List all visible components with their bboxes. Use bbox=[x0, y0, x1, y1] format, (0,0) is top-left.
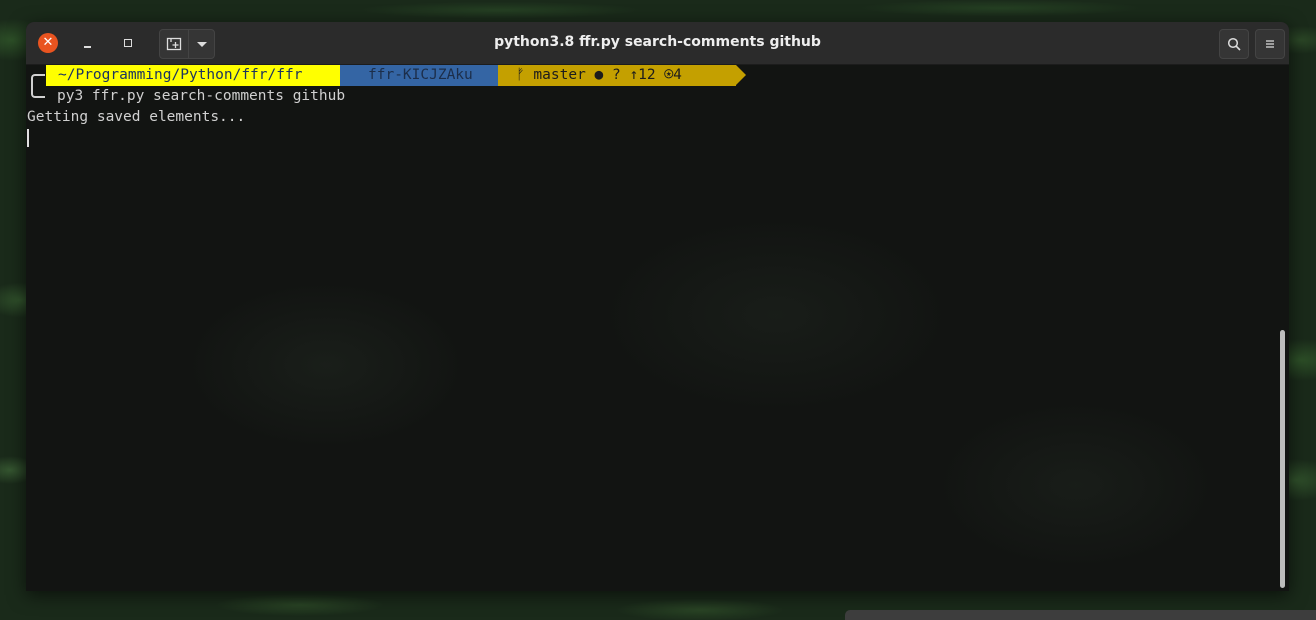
hamburger-menu-icon bbox=[1266, 40, 1274, 48]
search-icon bbox=[1227, 37, 1241, 51]
background-window-edge bbox=[845, 610, 1316, 620]
prompt-line: ~/Programming/Python/ffr/ffr ffr-KICJZAk… bbox=[26, 65, 746, 86]
text-cursor bbox=[27, 129, 29, 147]
output-line: Getting saved elements... bbox=[27, 109, 246, 125]
prompt-path-segment: ~/Programming/Python/ffr/ffr bbox=[46, 65, 350, 86]
hamburger-menu-button[interactable] bbox=[1255, 29, 1285, 59]
terminal-window: ✕ python3.8 ffr.py search-comments githu… bbox=[26, 22, 1289, 591]
prompt-git-segment: ᚠ master ● ? ↑12 ⍟4 bbox=[498, 65, 746, 86]
title-bar: ✕ python3.8 ffr.py search-comments githu… bbox=[26, 22, 1289, 65]
command-line: py3 ffr.py search-comments github bbox=[57, 88, 346, 104]
terminal-area[interactable]: ~/Programming/Python/ffr/ffr ffr-KICJZAk… bbox=[26, 65, 1289, 591]
window-title: python3.8 ffr.py search-comments github bbox=[494, 34, 821, 50]
prompt-venv-segment: ffr-KICJZAku bbox=[340, 65, 524, 86]
scrollbar[interactable] bbox=[1280, 330, 1285, 588]
search-button[interactable] bbox=[1219, 29, 1249, 59]
